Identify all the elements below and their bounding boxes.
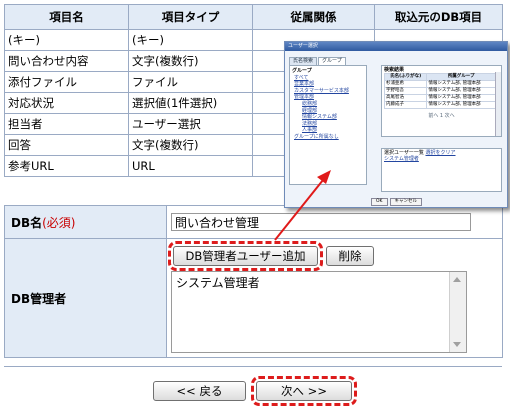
- column-header: 取込元のDB項目: [374, 4, 503, 30]
- result-header-row: 氏名(ふりがな) 所属グループ: [383, 73, 496, 81]
- list-item[interactable]: システム管理者: [176, 274, 260, 291]
- table-row[interactable]: 内藤成子 情報システム部, 管理本部: [383, 101, 496, 109]
- item-name: 添付ファイル: [4, 71, 129, 93]
- column-header: 項目名: [4, 4, 129, 30]
- group-item[interactable]: グループに所属なし: [292, 134, 364, 141]
- items-table-header: 項目名 項目タイプ 従属関係 取込元のDB項目: [4, 4, 503, 30]
- admin-value-cell: DB管理者ユーザー追加 削除 システム管理者: [166, 238, 503, 358]
- user-select-popup: ユーザー選択 氏名検索 グループ グループ すべて 営業本部 カスタマーサービス…: [284, 41, 508, 208]
- group-item[interactable]: 人事部: [292, 127, 364, 134]
- item-name: 担当者: [4, 113, 129, 135]
- item-type: 選択値(1件選択): [128, 92, 253, 114]
- item-name: (キー): [4, 29, 129, 51]
- dbname-row: DB名(必須): [4, 205, 503, 239]
- pager[interactable]: 前へ 1 次へ: [384, 112, 499, 119]
- db-settings-form: DB名(必須) DB管理者 DB管理者ユーザー追加 削除 システム管理者: [4, 205, 503, 358]
- group-heading: グループ: [292, 68, 312, 74]
- item-type: ファイル: [128, 71, 253, 93]
- dbname-label-cell: DB名(必須): [4, 205, 167, 239]
- delete-button[interactable]: 削除: [326, 245, 374, 266]
- user-group: 情報システム部, 管理本部: [426, 94, 496, 102]
- admin-row: DB管理者 DB管理者ユーザー追加 削除 システム管理者: [4, 238, 503, 358]
- group-item[interactable]: 総務部: [292, 101, 364, 108]
- table-row[interactable]: 杉浦亜希 情報システム部, 管理本部: [383, 80, 496, 88]
- scrollbar[interactable]: [495, 72, 501, 136]
- admin-label: DB管理者: [4, 238, 167, 358]
- user-group: 情報システム部, 管理本部: [426, 87, 496, 95]
- next-button[interactable]: 次へ >>: [251, 376, 357, 406]
- table-row[interactable]: 宇野昭吾 情報システム部, 管理本部: [383, 87, 496, 95]
- result-pane: 検索結果 氏名(ふりがな) 所属グループ 杉浦亜希 情報システム部, 管理本部 宇野…: [381, 65, 503, 192]
- dbname-value-cell: [166, 205, 503, 239]
- user-group: 情報システム部, 管理本部: [426, 80, 496, 88]
- item-type: (キー): [128, 29, 253, 51]
- item-type: 文字(複数行): [128, 50, 253, 72]
- item-name: 問い合わせ内容: [4, 50, 129, 72]
- group-tree: グループ すべて 営業本部 カスタマーサービス本部 管理本部 総務部 経理部 情…: [289, 65, 367, 185]
- item-type: 文字(複数行): [128, 134, 253, 156]
- divider: [4, 366, 502, 367]
- popup-buttons: OK キャンセル: [371, 198, 422, 206]
- group-item[interactable]: 情報システム部: [292, 114, 364, 121]
- back-button[interactable]: << 戻る: [153, 381, 246, 401]
- user-name[interactable]: 内藤成子: [383, 101, 428, 109]
- column-header: 所属グループ: [426, 73, 496, 81]
- item-type: URL: [128, 155, 253, 177]
- add-admin-user-button[interactable]: DB管理者ユーザー追加: [168, 240, 323, 271]
- result-box: 検索結果 氏名(ふりがな) 所属グループ 杉浦亜希 情報システム部, 管理本部 宇野…: [381, 65, 502, 137]
- table-row[interactable]: 高尾智浩 情報システム部, 管理本部: [383, 94, 496, 102]
- result-table: 氏名(ふりがな) 所属グループ 杉浦亜希 情報システム部, 管理本部 宇野昭吾 情報シ…: [383, 73, 496, 109]
- user-name[interactable]: 宇野昭吾: [383, 87, 428, 95]
- selected-user[interactable]: システム管理者: [384, 156, 419, 162]
- user-name[interactable]: 杉浦亜希: [383, 80, 428, 88]
- item-name: 回答: [4, 134, 129, 156]
- user-group: 情報システム部, 管理本部: [426, 101, 496, 109]
- group-item[interactable]: 営業本部: [292, 81, 364, 88]
- ok-button[interactable]: OK: [371, 198, 388, 206]
- scroll-up-icon[interactable]: [453, 276, 461, 282]
- selected-users-box: 選択ユーザー一覧 選択をクリア システム管理者: [381, 148, 502, 192]
- item-name: 参考URL: [4, 155, 129, 177]
- group-item[interactable]: 管理本部: [292, 94, 364, 101]
- user-name[interactable]: 高尾智浩: [383, 94, 428, 102]
- item-type: ユーザー選択: [128, 113, 253, 135]
- clear-selection-link[interactable]: 選択をクリア: [426, 150, 456, 156]
- cancel-button[interactable]: キャンセル: [389, 198, 422, 206]
- scrollbar[interactable]: [449, 271, 466, 352]
- popup-title: ユーザー選択: [285, 42, 507, 51]
- column-header: 氏名(ふりがな): [383, 73, 428, 81]
- dbname-input[interactable]: [171, 213, 471, 231]
- column-header: 項目タイプ: [128, 4, 253, 30]
- admin-list[interactable]: システム管理者: [171, 270, 467, 353]
- column-header: 従属関係: [252, 4, 375, 30]
- item-name: 対応状況: [4, 92, 129, 114]
- scroll-down-icon[interactable]: [453, 341, 461, 347]
- dbname-label: DB名: [11, 215, 43, 230]
- required-mark: (必須): [42, 215, 76, 230]
